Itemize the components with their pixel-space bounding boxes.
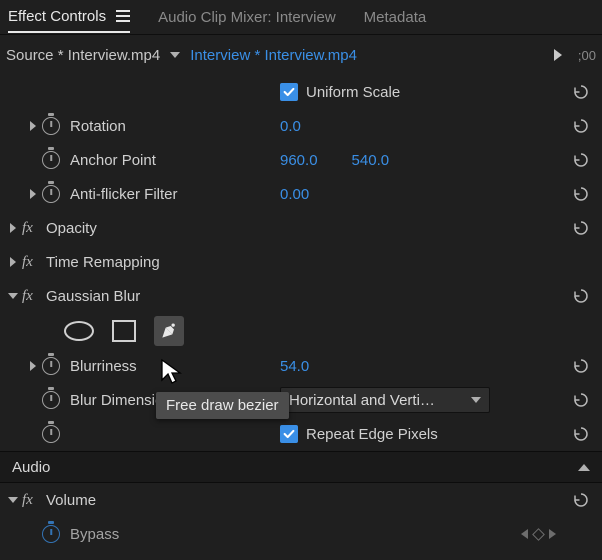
reset-button[interactable]	[570, 389, 592, 411]
source-label: Source * Interview.mp4	[6, 47, 160, 64]
stopwatch-icon[interactable]	[42, 525, 60, 543]
audio-header-label: Audio	[12, 459, 50, 476]
time-remap-label: Time Remapping	[46, 254, 160, 271]
reset-button[interactable]	[570, 489, 592, 511]
tab-label: Effect Controls	[8, 8, 106, 25]
reset-button[interactable]	[570, 115, 592, 137]
repeat-edge-checkbox[interactable]	[280, 425, 298, 443]
prop-anchor-point: Anchor Point 960.0 540.0	[0, 143, 602, 177]
effect-volume[interactable]: fx Volume	[0, 483, 602, 517]
fx-icon: fx	[22, 220, 46, 237]
blurriness-value[interactable]: 54.0	[280, 358, 309, 375]
gaussian-label: Gaussian Blur	[46, 288, 140, 305]
fx-icon: fx	[22, 288, 46, 305]
rect-mask-icon[interactable]	[112, 320, 136, 342]
reset-button[interactable]	[570, 217, 592, 239]
expand-toggle[interactable]	[4, 223, 22, 233]
tab-effect-controls[interactable]: Effect Controls	[8, 2, 130, 33]
reset-button[interactable]	[570, 81, 592, 103]
tooltip: Free draw bezier	[156, 392, 289, 419]
effect-gaussian-blur[interactable]: fx Gaussian Blur	[0, 279, 602, 313]
expand-toggle[interactable]	[24, 189, 42, 199]
antiflicker-value[interactable]: 0.00	[280, 186, 309, 203]
antiflicker-label: Anti-flicker Filter	[70, 186, 178, 203]
effect-opacity[interactable]: fx Opacity	[0, 211, 602, 245]
fx-icon: fx	[22, 254, 46, 271]
chevron-down-icon	[471, 397, 481, 403]
prop-blurriness: Blurriness 54.0	[0, 349, 602, 383]
expand-toggle[interactable]	[4, 257, 22, 267]
volume-label: Volume	[46, 492, 96, 509]
add-keyframe-icon[interactable]	[532, 528, 545, 541]
sequence-clip-link[interactable]: Interview * Interview.mp4	[190, 47, 357, 64]
anchor-label: Anchor Point	[70, 152, 156, 169]
repeat-edge-label: Repeat Edge Pixels	[306, 426, 438, 443]
effect-controls-panel: Uniform Scale Rotation 0.0 Anchor Point …	[0, 75, 602, 551]
tab-label: Metadata	[364, 9, 427, 26]
expand-toggle[interactable]	[4, 293, 22, 299]
uniform-scale-checkbox[interactable]	[280, 83, 298, 101]
panel-tabs: Effect Controls Audio Clip Mixer: Interv…	[0, 0, 602, 34]
source-row: Source * Interview.mp4 Interview * Inter…	[0, 35, 602, 75]
prop-blur-dimensions: Blur Dimensions Horizontal and Verti…	[0, 383, 602, 417]
bypass-label: Bypass	[70, 526, 119, 543]
tab-label: Audio Clip Mixer: Interview	[158, 9, 336, 26]
expand-toggle[interactable]	[24, 361, 42, 371]
dropdown-value: Horizontal and Verti…	[289, 392, 435, 409]
keyframe-nav	[521, 529, 556, 539]
tab-audio-mixer[interactable]: Audio Clip Mixer: Interview	[158, 3, 336, 32]
pen-mask-icon[interactable]	[154, 316, 184, 346]
blurriness-label: Blurriness	[70, 358, 137, 375]
panel-menu-icon[interactable]	[116, 10, 130, 22]
reset-button[interactable]	[570, 423, 592, 445]
anchor-y-value[interactable]: 540.0	[352, 152, 390, 169]
rotation-value[interactable]: 0.0	[280, 118, 301, 135]
fx-icon: fx	[22, 492, 46, 509]
reset-button[interactable]	[570, 285, 592, 307]
rotation-label: Rotation	[70, 118, 126, 135]
prev-keyframe-icon[interactable]	[521, 529, 528, 539]
chevron-down-icon[interactable]	[170, 52, 180, 58]
stopwatch-icon[interactable]	[42, 357, 60, 375]
stopwatch-icon[interactable]	[42, 425, 60, 443]
stopwatch-icon[interactable]	[42, 117, 60, 135]
mask-tools	[0, 313, 602, 349]
stopwatch-icon[interactable]	[42, 151, 60, 169]
anchor-x-value[interactable]: 960.0	[280, 152, 318, 169]
effect-time-remapping[interactable]: fx Time Remapping	[0, 245, 602, 279]
stopwatch-icon[interactable]	[42, 185, 60, 203]
collapse-icon[interactable]	[578, 464, 590, 471]
prop-repeat-edge: Repeat Edge Pixels	[0, 417, 602, 451]
expand-toggle[interactable]	[24, 121, 42, 131]
reset-button[interactable]	[570, 183, 592, 205]
timecode: ;00	[578, 48, 596, 63]
prop-bypass: Bypass	[0, 517, 602, 551]
uniform-scale-label: Uniform Scale	[306, 84, 400, 101]
next-keyframe-icon[interactable]	[549, 529, 556, 539]
reset-button[interactable]	[570, 149, 592, 171]
blur-dims-dropdown[interactable]: Horizontal and Verti…	[280, 387, 490, 413]
audio-section-header[interactable]: Audio	[0, 451, 602, 483]
ellipse-mask-icon[interactable]	[64, 321, 94, 341]
expand-toggle[interactable]	[4, 497, 22, 503]
tab-metadata[interactable]: Metadata	[364, 3, 427, 32]
stopwatch-icon[interactable]	[42, 391, 60, 409]
reset-button[interactable]	[570, 355, 592, 377]
prop-uniform-scale: Uniform Scale	[0, 75, 602, 109]
play-icon[interactable]	[554, 49, 562, 61]
prop-antiflicker: Anti-flicker Filter 0.00	[0, 177, 602, 211]
prop-rotation: Rotation 0.0	[0, 109, 602, 143]
opacity-label: Opacity	[46, 220, 97, 237]
